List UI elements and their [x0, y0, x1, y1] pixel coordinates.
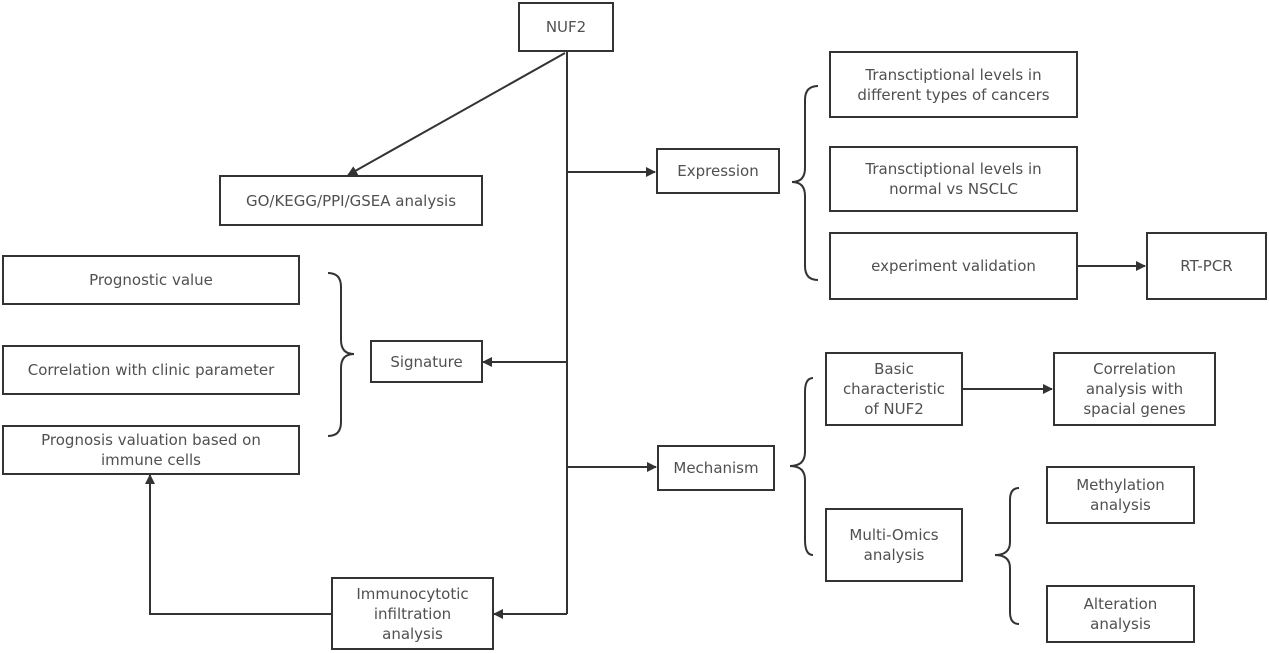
- node-nuf2: NUF2: [518, 2, 614, 52]
- node-label: Methylation analysis: [1076, 476, 1165, 514]
- node-expression: Expression: [656, 148, 780, 194]
- node-label: Correlation with clinic parameter: [27, 361, 275, 379]
- node-label: Mechanism: [673, 459, 759, 477]
- node-label: experiment validation: [871, 257, 1036, 275]
- node-correlation-spacial-genes: Correlation analysis with spacial genes: [1053, 352, 1216, 426]
- node-prognosis-immune-cells: Prognosis valuation based on immune cell…: [2, 425, 300, 475]
- node-label: NUF2: [545, 18, 587, 36]
- node-trans-cancers: Transctiptional levels in different type…: [829, 51, 1078, 118]
- node-label: Multi-Omics analysis: [849, 526, 939, 564]
- node-label: Immunocytotic infiltration analysis: [356, 584, 469, 643]
- node-rt-pcr: RT-PCR: [1146, 232, 1267, 300]
- node-label: Prognostic value: [89, 271, 213, 289]
- node-go-kegg-ppi-gsea: GO/KEGG/PPI/GSEA analysis: [219, 175, 483, 226]
- node-label: Prognosis valuation based on immune cell…: [41, 431, 261, 469]
- node-label: Signature: [390, 352, 463, 371]
- connector-layer: [145, 51, 1146, 625]
- node-label: RT-PCR: [1180, 257, 1233, 275]
- node-methylation: Methylation analysis: [1046, 466, 1195, 524]
- node-multi-omics: Multi-Omics analysis: [825, 508, 963, 582]
- node-label: Expression: [677, 162, 759, 180]
- brace-signature: [327, 272, 355, 437]
- node-trans-nsclc: Transctiptional levels in normal vs NSCL…: [829, 146, 1078, 212]
- node-label: Basic characteristic of NUF2: [842, 360, 946, 418]
- node-prognostic-value: Prognostic value: [2, 255, 300, 305]
- node-basic-characteristic: Basic characteristic of NUF2: [825, 352, 963, 426]
- edge-immuno-prognosis: [145, 474, 331, 615]
- node-label: GO/KEGG/PPI/GSEA analysis: [245, 191, 457, 210]
- node-experiment-validation: experiment validation: [829, 232, 1078, 300]
- node-immunocytotic-infiltration: Immunocytotic infiltration analysis: [331, 577, 494, 650]
- node-label: Transctiptional levels in different type…: [857, 65, 1050, 104]
- node-clinic-parameter: Correlation with clinic parameter: [2, 345, 300, 395]
- edge-nuf2-go: [347, 52, 566, 176]
- brace-multiomics: [994, 487, 1020, 625]
- brace-expression: [791, 85, 819, 281]
- node-label: Alteration analysis: [1083, 595, 1158, 633]
- node-signature: Signature: [370, 340, 483, 383]
- node-label: Correlation analysis with spacial genes: [1083, 360, 1186, 418]
- node-mechanism: Mechanism: [657, 445, 775, 491]
- node-label: Transctiptional levels in normal vs NSCL…: [865, 160, 1042, 198]
- brace-mechanism: [789, 377, 814, 556]
- node-alteration: Alteration analysis: [1046, 585, 1195, 643]
